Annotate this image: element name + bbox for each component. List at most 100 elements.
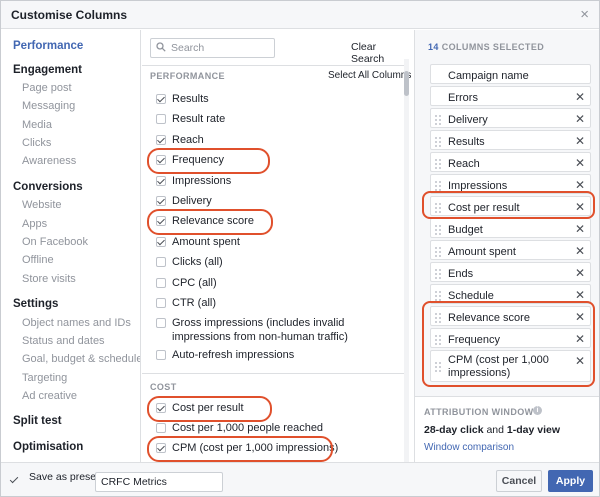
select-all-columns-link[interactable]: Select All Columns	[328, 70, 411, 81]
remove-icon[interactable]: ✕	[575, 178, 585, 192]
selected-column-results[interactable]: Results ✕	[430, 130, 591, 150]
selected-columns-panel: 14 COLUMNS SELECTED Campaign name Errors…	[414, 30, 599, 462]
nav-item-engagement[interactable]: Engagement	[13, 64, 82, 76]
drag-handle-icon[interactable]	[435, 181, 441, 191]
nav-item-messaging[interactable]: Messaging	[22, 100, 75, 112]
drag-handle-icon[interactable]	[435, 291, 441, 301]
remove-icon[interactable]: ✕	[575, 134, 585, 148]
remove-icon[interactable]: ✕	[575, 332, 585, 346]
remove-icon[interactable]: ✕	[575, 90, 585, 104]
option-label: CPM (cost per 1,000 impressions)	[172, 442, 339, 454]
chip-label: Frequency	[448, 334, 500, 346]
selected-column-cost-per-result[interactable]: Cost per result ✕	[430, 196, 591, 216]
checkbox[interactable]	[156, 237, 166, 247]
remove-icon[interactable]: ✕	[575, 310, 585, 324]
scrollbar-thumb[interactable]	[404, 71, 409, 96]
drag-handle-icon[interactable]	[435, 137, 441, 147]
nav-item-conversions[interactable]: Conversions	[13, 181, 83, 193]
nav-item-settings[interactable]: Settings	[13, 298, 58, 310]
checkbox[interactable]	[156, 176, 166, 186]
selected-column-impressions[interactable]: Impressions ✕	[430, 174, 591, 194]
nav-item-clicks[interactable]: Clicks	[22, 137, 51, 149]
preset-name-input[interactable]	[95, 472, 223, 492]
drag-handle-icon[interactable]	[435, 225, 441, 235]
selected-column-schedule[interactable]: Schedule ✕	[430, 284, 591, 304]
checkbox[interactable]	[156, 298, 166, 308]
nav-item-goal-budget[interactable]: Goal, budget & schedule	[22, 353, 140, 365]
close-icon[interactable]: ×	[580, 6, 589, 23]
remove-icon[interactable]: ✕	[575, 156, 585, 170]
selected-column-relevance-score[interactable]: Relevance score ✕	[430, 306, 591, 326]
remove-icon[interactable]: ✕	[575, 244, 585, 258]
info-icon[interactable]: i	[533, 406, 542, 415]
drag-handle-icon[interactable]	[435, 115, 441, 125]
nav-item-awareness[interactable]: Awareness	[22, 155, 76, 167]
window-comparison-link[interactable]: Window comparison	[424, 442, 514, 453]
drag-handle-icon[interactable]	[435, 313, 441, 323]
drag-handle-icon[interactable]	[435, 362, 441, 372]
drag-handle-icon[interactable]	[435, 159, 441, 169]
nav-item-split-test[interactable]: Split test	[13, 415, 62, 427]
drag-handle-icon[interactable]	[435, 335, 441, 345]
nav-item-website[interactable]: Website	[22, 199, 62, 211]
option-label: Amount spent	[172, 236, 240, 248]
search-input[interactable]	[171, 41, 271, 55]
checkbox[interactable]	[156, 216, 166, 226]
remove-icon[interactable]: ✕	[575, 222, 585, 236]
nav-item-optimisation[interactable]: Optimisation	[13, 441, 83, 453]
remove-icon[interactable]: ✕	[575, 112, 585, 126]
checkbox[interactable]	[156, 257, 166, 267]
selected-column-budget[interactable]: Budget ✕	[430, 218, 591, 238]
drag-handle-icon[interactable]	[435, 269, 441, 279]
cancel-button[interactable]: Cancel	[496, 470, 542, 492]
option-label: CTR (all)	[172, 297, 216, 309]
clear-search-link[interactable]: Clear Search	[351, 41, 412, 65]
selected-column-errors[interactable]: Errors ✕	[430, 86, 591, 106]
selected-column-ends[interactable]: Ends ✕	[430, 262, 591, 282]
checkbox[interactable]	[156, 350, 166, 360]
selected-column-delivery[interactable]: Delivery ✕	[430, 108, 591, 128]
column-options-panel: Clear Search PERFORMANCE Select All Colu…	[142, 30, 412, 462]
nav-item-page-post[interactable]: Page post	[22, 82, 72, 94]
chip-label: Schedule	[448, 290, 494, 302]
option-label: Gross impressions (includes invalid	[172, 317, 345, 329]
checkbox[interactable]	[156, 403, 166, 413]
selected-column-reach[interactable]: Reach ✕	[430, 152, 591, 172]
remove-icon[interactable]: ✕	[575, 266, 585, 280]
nav-item-offline[interactable]: Offline	[22, 254, 54, 266]
nav-item-object-names[interactable]: Object names and IDs	[22, 317, 131, 329]
checkbox[interactable]	[156, 278, 166, 288]
checkbox[interactable]	[156, 318, 166, 328]
remove-icon[interactable]: ✕	[575, 200, 585, 214]
drag-handle-icon[interactable]	[435, 247, 441, 257]
checkbox[interactable]	[156, 443, 166, 453]
nav-item-apps[interactable]: Apps	[22, 218, 47, 230]
nav-item-media[interactable]: Media	[22, 119, 52, 131]
options-scrollbar[interactable]	[404, 59, 409, 462]
checkbox[interactable]	[156, 135, 166, 145]
nav-item-ad-creative[interactable]: Ad creative	[22, 390, 77, 402]
checkbox[interactable]	[156, 423, 166, 433]
checkbox[interactable]	[156, 94, 166, 104]
drag-handle-icon[interactable]	[435, 203, 441, 213]
nav-item-status-dates[interactable]: Status and dates	[22, 335, 105, 347]
nav-item-store-visits[interactable]: Store visits	[22, 273, 76, 285]
apply-button[interactable]: Apply	[548, 470, 593, 492]
selected-column-frequency[interactable]: Frequency ✕	[430, 328, 591, 348]
option-label: Results	[172, 93, 209, 105]
nav-item-performance[interactable]: Performance	[13, 40, 83, 52]
chip-label: Delivery	[448, 114, 488, 126]
selected-column-cpm[interactable]: CPM (cost per 1,000 impressions) ✕	[430, 350, 591, 382]
save-as-preset-checkbox[interactable]	[9, 475, 19, 485]
checkbox[interactable]	[156, 155, 166, 165]
nav-item-targeting[interactable]: Targeting	[22, 372, 67, 384]
selected-column-campaign-name[interactable]: Campaign name	[430, 64, 591, 84]
selected-columns-heading: 14 COLUMNS SELECTED	[428, 42, 544, 52]
remove-icon[interactable]: ✕	[575, 288, 585, 302]
checkbox[interactable]	[156, 114, 166, 124]
nav-item-on-facebook[interactable]: On Facebook	[22, 236, 88, 248]
checkbox[interactable]	[156, 196, 166, 206]
chip-label: Reach	[448, 158, 480, 170]
remove-icon[interactable]: ✕	[575, 354, 585, 368]
selected-column-amount-spent[interactable]: Amount spent ✕	[430, 240, 591, 260]
